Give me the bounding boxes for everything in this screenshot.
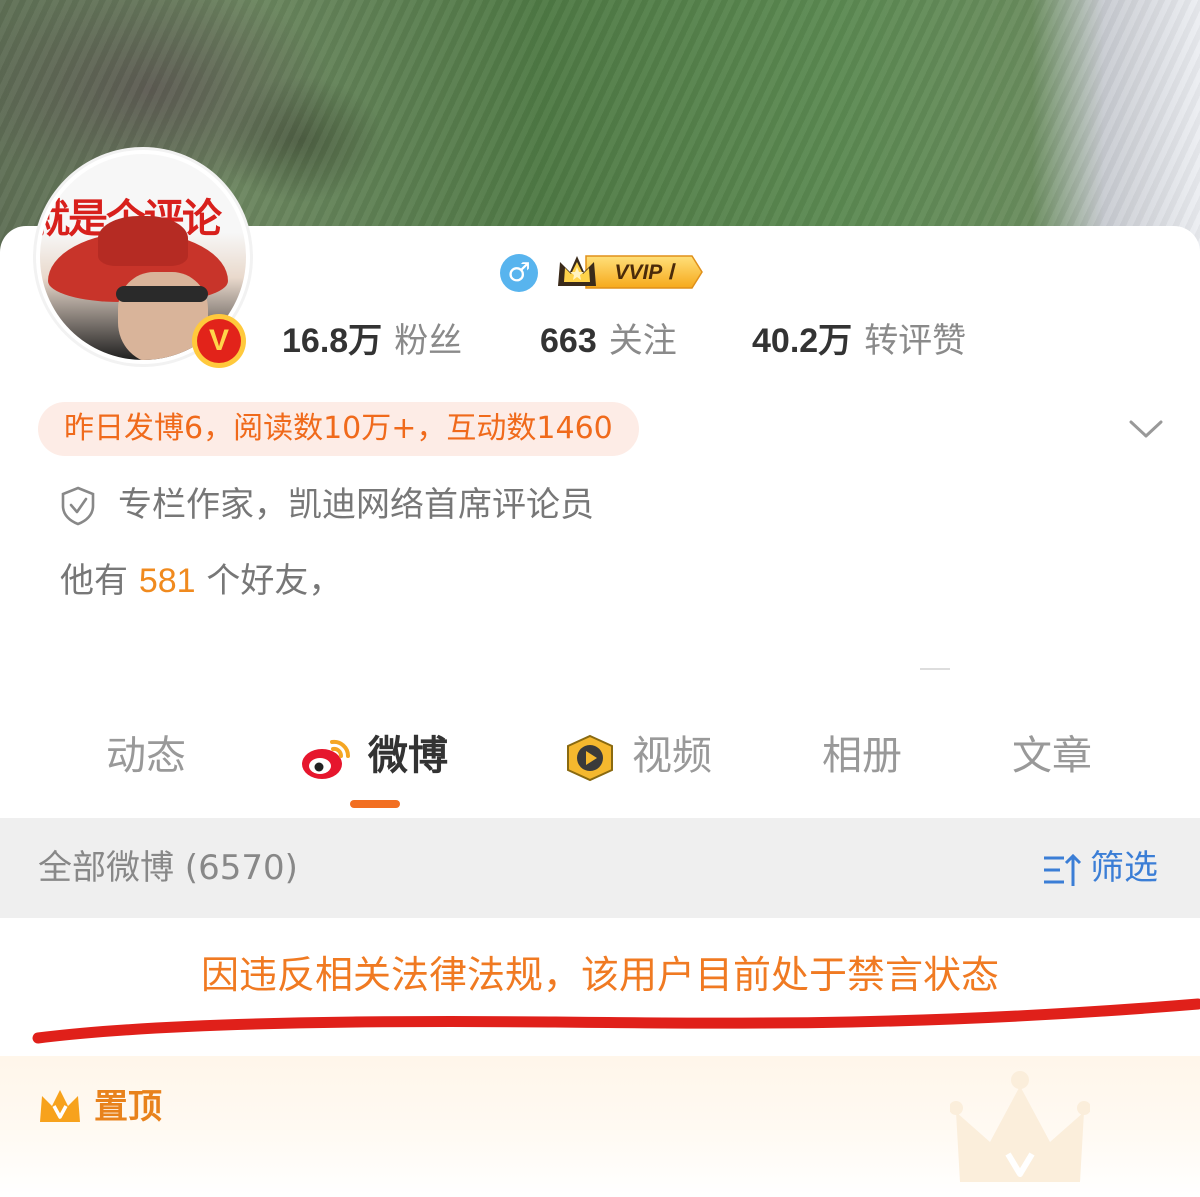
daily-summary-pill[interactable]: 昨日发博6，阅读数10万+，互动数1460 bbox=[38, 402, 639, 456]
filter-label: 筛选 bbox=[1090, 848, 1158, 888]
tab-weibo[interactable]: 微博 bbox=[300, 728, 448, 784]
verified-badge: V bbox=[192, 314, 246, 368]
active-tab-indicator bbox=[350, 800, 400, 808]
chevron-down-icon[interactable] bbox=[1128, 418, 1164, 440]
tab-activity[interactable]: 动态 bbox=[106, 728, 186, 784]
followers-count: 16.8万 bbox=[282, 322, 383, 360]
vvip-label: VVIP Ⅰ bbox=[614, 261, 676, 284]
shield-verified-icon bbox=[61, 486, 95, 526]
male-gender-icon: ♂ bbox=[500, 254, 538, 292]
decorative-crown-icon bbox=[950, 1071, 1090, 1182]
following-count: 663 bbox=[540, 322, 597, 360]
stat-following[interactable]: 663 关注 bbox=[540, 318, 677, 364]
friends-prefix: 他有 bbox=[60, 561, 128, 601]
red-annotation-underline bbox=[32, 998, 1200, 1044]
friends-count[interactable]: 581 bbox=[139, 562, 196, 600]
friends-suffix: 个好友， bbox=[206, 561, 343, 601]
tab-album[interactable]: 相册 bbox=[822, 728, 902, 784]
crown-icon bbox=[40, 1090, 80, 1122]
video-icon bbox=[567, 734, 613, 782]
filter-icon bbox=[1044, 853, 1082, 886]
stat-followers[interactable]: 16.8万 粉丝 bbox=[282, 318, 462, 364]
verified-v-icon: V bbox=[197, 319, 241, 363]
tab-articles[interactable]: 文章 bbox=[1012, 728, 1092, 784]
avatar-hat-crown bbox=[98, 216, 188, 266]
friends-summary[interactable]: 他有 581 个好友， bbox=[60, 558, 342, 604]
feed-filter-bar: 全部微博 (6570) 筛选 bbox=[0, 818, 1200, 918]
reposts-likes-label: 转评赞 bbox=[864, 321, 967, 361]
tab-video-label: 视频 bbox=[632, 733, 712, 779]
followers-label: 粉丝 bbox=[394, 321, 463, 361]
pinned-label: 置顶 bbox=[94, 1087, 162, 1127]
filter-button[interactable]: 筛选 bbox=[1042, 845, 1158, 891]
vvip-badge[interactable]: VVIP Ⅰ bbox=[556, 252, 704, 292]
divider-mark bbox=[920, 668, 950, 670]
banned-notice-text: 因违反相关法律法规，该用户目前处于禁言状态 bbox=[200, 953, 999, 997]
avatar-glasses bbox=[116, 286, 208, 302]
pinned-section[interactable]: 置顶 bbox=[0, 1056, 1200, 1197]
reposts-likes-count: 40.2万 bbox=[752, 322, 853, 360]
verification-text: 专栏作家，凯迪网络首席评论员 bbox=[118, 485, 594, 525]
all-weibo-label[interactable]: 全部微博 (6570) bbox=[38, 845, 298, 891]
stat-reposts-likes[interactable]: 40.2万 转评赞 bbox=[752, 318, 966, 364]
tab-weibo-label: 微博 bbox=[368, 733, 448, 779]
weibo-logo-icon bbox=[302, 739, 351, 779]
following-label: 关注 bbox=[608, 321, 677, 361]
tab-video[interactable]: 视频 bbox=[562, 728, 712, 784]
